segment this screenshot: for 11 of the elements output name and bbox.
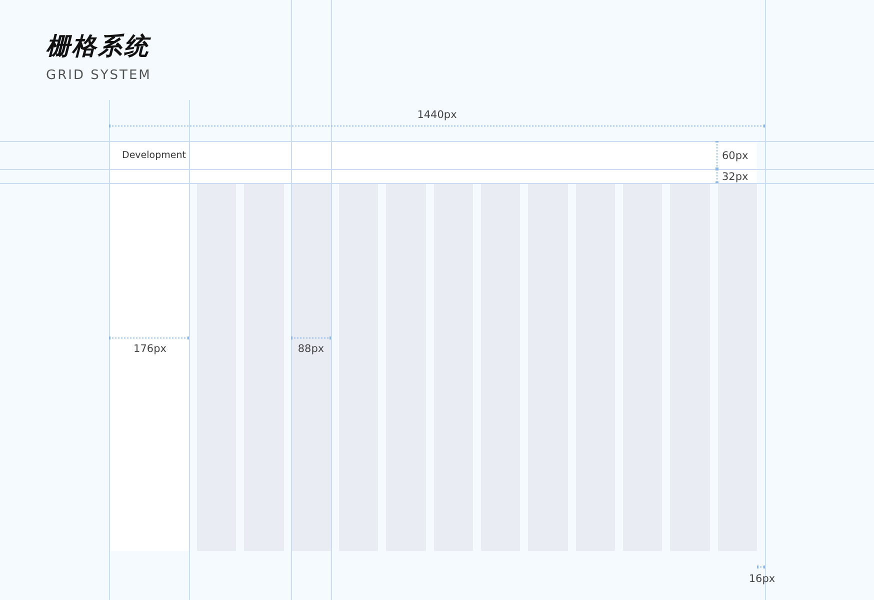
dimension-label: 1440px <box>417 109 457 121</box>
page-subtitle: GRID SYSTEM <box>46 68 152 83</box>
dimension-label: 176px <box>134 343 166 355</box>
dimension-line <box>290 336 332 340</box>
dimension-label: 88px <box>298 343 324 355</box>
page-title: 栅格系统 <box>46 32 152 60</box>
dimension-line <box>756 566 766 568</box>
dimension-label: 16px <box>748 573 776 585</box>
dimension-label: 32px <box>722 171 748 183</box>
dimension-label: 60px <box>722 150 748 162</box>
top-bar-label: Development <box>122 150 186 160</box>
